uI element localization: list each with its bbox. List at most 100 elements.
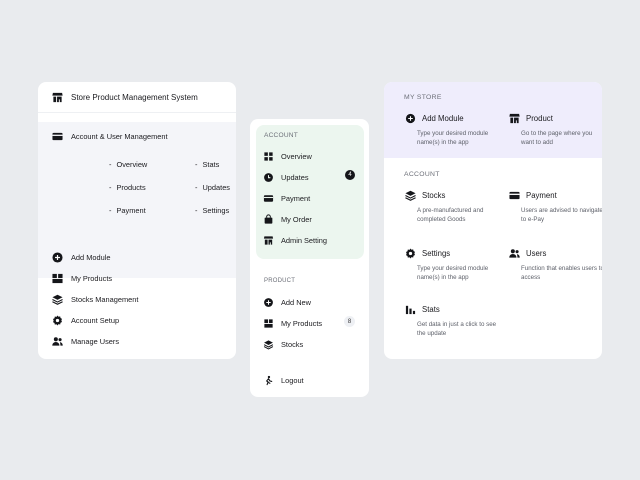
tile-description: Users are advised to navigate to e-Pay [521,207,602,223]
boxes-icon [51,272,63,284]
tile-description: A pre-manufactured and completed Goods [417,207,484,223]
menu-item-label: Account Setup [71,315,120,325]
sidebar-item-payment[interactable]: Payment [262,192,310,204]
store-icon [262,234,274,246]
tile-title: Stats [422,304,440,314]
layers-icon [262,338,274,350]
sub-link-label: Products [116,183,146,192]
sidebar-item-label: Payment [281,193,311,203]
tile-title: Add Module [422,113,464,123]
sidebar-item-label: Add New [281,297,311,307]
menu-item-stocks-management[interactable]: Stocks Management [51,293,138,305]
layers-icon [404,189,416,201]
tile-stocks[interactable]: Stocks A pre-manufactured and completed … [404,189,500,224]
tile-title: Product [526,113,553,123]
menu-item-account-setup[interactable]: Account Setup [51,314,119,326]
menu-item-label: Add Module [71,252,111,262]
card-icon [508,189,520,201]
sub-link-label: Overview [116,160,148,169]
account-header: ACCOUNT [264,132,299,139]
gear-icon [51,314,63,326]
section-title: Account & User Management [71,131,168,141]
my-store-header: MY STORE [404,94,442,101]
sub-link-label: Stats [202,160,220,169]
sub-link-products[interactable]: - Products [109,183,146,192]
menu-item-my-products[interactable]: My Products [51,272,112,284]
sub-link-label: Updates [202,183,230,192]
tile-add-module[interactable]: Add Module Type your desired module name… [404,112,500,147]
section-account-user-management[interactable]: Account & User Management [51,130,168,142]
menu-item-label: Manage Users [71,336,120,346]
sub-link-updates[interactable]: - Updates [195,183,230,192]
menu-item-add-module[interactable]: Add Module [51,251,110,263]
sidebar-item-label: My Order [281,214,312,224]
sub-link-stats[interactable]: - Stats [195,160,219,169]
bullet: - [109,160,112,169]
products-count-badge: 8 [344,316,355,327]
tile-settings[interactable]: Settings Type your desired module name(s… [404,247,500,282]
tile-description: Type your desired module name(s) in the … [417,265,489,281]
logout-button[interactable]: Logout [262,374,304,386]
bullet: - [109,206,112,215]
tile-description: Get data in just a click to see the upda… [417,321,497,337]
bag-icon [262,213,274,225]
sidebar-item-add-new[interactable]: Add New [262,296,311,308]
tile-product[interactable]: Product Go to the page where you want to… [508,112,602,147]
dashboard-tiles-card: MY STORE Add Module Type your desired mo… [384,82,602,359]
sidebar-item-label: Overview [281,151,312,161]
plus-circle-icon [262,296,274,308]
bar-chart-icon [404,303,416,315]
logout-icon [262,374,274,386]
gear-icon [404,247,416,259]
sidebar-item-updates[interactable]: Updates [262,171,309,183]
sidebar-item-admin-setting[interactable]: Admin Setting [262,234,327,246]
menu-item-label: Stocks Management [71,294,139,304]
sub-link-payment[interactable]: - Payment [109,206,146,215]
layers-icon [51,293,63,305]
grid-icon [262,150,274,162]
bullet: - [195,206,198,215]
bullet: - [195,160,198,169]
users-icon [508,247,520,259]
sidebar-item-stocks[interactable]: Stocks [262,338,303,350]
store-icon [508,112,520,124]
tile-payment[interactable]: Payment Users are advised to navigate to… [508,189,602,224]
tile-users[interactable]: Users Function that enables users to acc… [508,247,602,282]
sidebar-item-my-order[interactable]: My Order [262,213,312,225]
card-icon [51,130,63,142]
logout-label: Logout [281,375,304,385]
sub-link-label: Payment [116,206,146,215]
tile-description: Go to the page where you want to add [521,130,593,146]
sub-link-overview[interactable]: - Overview [109,160,147,169]
clock-icon [262,171,274,183]
tile-stats[interactable]: Stats Get data in just a click to see th… [404,303,500,338]
menu-item-label: My Products [71,273,113,283]
tile-title: Payment [526,190,557,200]
card-icon [262,192,274,204]
sidebar-item-overview[interactable]: Overview [262,150,312,162]
users-icon [51,335,63,347]
plus-circle-icon [404,112,416,124]
tile-title: Users [526,248,547,258]
sidebar-item-label: Updates [281,172,309,182]
plus-circle-icon [51,251,63,263]
store-icon [51,91,63,103]
sidebar-item-label: Stocks [281,339,304,349]
tile-description: Type your desired module name(s) in the … [417,130,489,146]
sidebar-item-my-products[interactable]: My Products [262,317,322,329]
bullet: - [195,183,198,192]
product-header: PRODUCT [264,278,296,284]
app-title-row[interactable]: Store Product Management System [38,82,236,113]
account-header: ACCOUNT [404,171,440,178]
tile-title: Settings [422,248,451,258]
sub-link-label: Settings [202,206,230,215]
app-title: Store Product Management System [71,92,198,102]
updates-count-badge: 4 [345,170,355,180]
menu-item-manage-users[interactable]: Manage Users [51,335,119,347]
sub-link-settings[interactable]: - Settings [195,206,229,215]
boxes-icon [262,317,274,329]
bullet: - [109,183,112,192]
tile-description: Function that enables users to access [521,265,602,281]
sidebar-item-label: My Products [281,318,323,328]
management-menu-card: Store Product Management System Account … [38,82,236,359]
